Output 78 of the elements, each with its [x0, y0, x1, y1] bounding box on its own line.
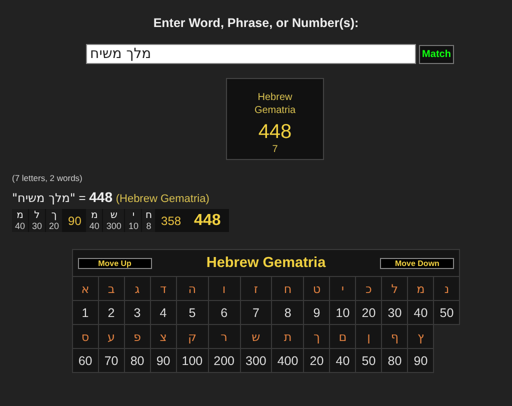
value-cell: 100	[176, 348, 208, 372]
value-cell: 5	[176, 300, 208, 324]
letter-cell: ד	[150, 276, 176, 300]
letter-value: 40	[15, 221, 26, 231]
letter-cell: ק	[176, 324, 208, 348]
letter-cell: פ	[124, 324, 150, 348]
cipher-name: Hebrew Gematria	[253, 91, 297, 117]
grand-total: 448	[193, 210, 222, 230]
letter-count: 7	[272, 144, 278, 155]
value-cell: 1	[72, 300, 98, 324]
value-cell: 50	[356, 348, 382, 372]
value-cell: 40	[408, 300, 434, 324]
letter-cell: ש	[240, 324, 272, 348]
value-cell: 4	[150, 300, 176, 324]
value-cell: 80	[124, 348, 150, 372]
letter-value: 300	[106, 221, 122, 231]
letter-cell: ז	[240, 276, 272, 300]
letter-char: ך	[51, 210, 57, 221]
search-field[interactable]: מלך משיח	[86, 44, 416, 64]
letter-cell: ה	[176, 276, 208, 300]
letter-cell: ג	[124, 276, 150, 300]
letter-cell: ף	[382, 324, 408, 348]
letter-cell: ו	[208, 276, 240, 300]
letter-cell: ת	[272, 324, 304, 348]
word-summary: (7 letters, 2 words)	[12, 173, 84, 183]
letter-cell: ב	[98, 276, 124, 300]
letter-cell: א	[72, 276, 98, 300]
letter-cell: ם	[330, 324, 356, 348]
letter-cell: ט	[304, 276, 330, 300]
prompt-label: Enter Word, Phrase, or Number(s):	[153, 16, 359, 30]
value-cell: 40	[330, 348, 356, 372]
letter-cell: צ	[150, 324, 176, 348]
letter-cell: ח	[272, 276, 304, 300]
letter-char: י	[132, 210, 135, 221]
letter-cell: ס	[72, 324, 98, 348]
letter-char: ש	[110, 210, 118, 221]
value-cell: 60	[72, 348, 98, 372]
letter-cell: י	[330, 276, 356, 300]
letter-value: 20	[49, 221, 60, 231]
value-cell: 20	[304, 348, 330, 372]
value-cell: 9	[304, 300, 330, 324]
value-cell: 70	[98, 348, 124, 372]
word-total: 358	[160, 212, 182, 230]
letter-value: 40	[89, 221, 100, 231]
value-cell: 20	[356, 300, 382, 324]
letter-cell: ן	[356, 324, 382, 348]
match-button[interactable]: Match	[419, 44, 454, 64]
move-up-button[interactable]: Move Up	[78, 258, 152, 268]
value-cell: 6	[208, 300, 240, 324]
letter-char: ל	[34, 210, 40, 221]
letter-value: 8	[146, 221, 152, 231]
letter-cell: נ	[434, 276, 460, 300]
letter-cell: ל	[382, 276, 408, 300]
value-cell: 80	[382, 348, 408, 372]
letter-cell: כ	[356, 276, 382, 300]
move-down-button[interactable]: Move Down	[380, 258, 454, 268]
letter-char: ח	[145, 210, 152, 221]
word-total: 90	[67, 212, 82, 230]
value-cell: 3	[124, 300, 150, 324]
letter-cell: ך	[304, 324, 330, 348]
letter-char: מ	[91, 210, 98, 221]
value-cell: 2	[98, 300, 124, 324]
value-cell: 8	[272, 300, 304, 324]
value-cell: 300	[240, 348, 272, 372]
letter-value: 30	[32, 221, 42, 231]
value-cell: 400	[272, 348, 304, 372]
letter-cell: מ	[408, 276, 434, 300]
letter-char: מ	[16, 210, 24, 221]
value-cell: 7	[240, 300, 272, 324]
value-cell: 200	[208, 348, 240, 372]
letter-cell: ר	[208, 324, 240, 348]
value-cell: 30	[382, 300, 408, 324]
table-title: Hebrew Gematria	[206, 255, 326, 271]
result-value: 448	[258, 121, 292, 144]
letter-cell: ע	[98, 324, 124, 348]
letter-value: 10	[128, 221, 138, 231]
value-cell: 90	[150, 348, 176, 372]
value-cell: 10	[330, 300, 356, 324]
